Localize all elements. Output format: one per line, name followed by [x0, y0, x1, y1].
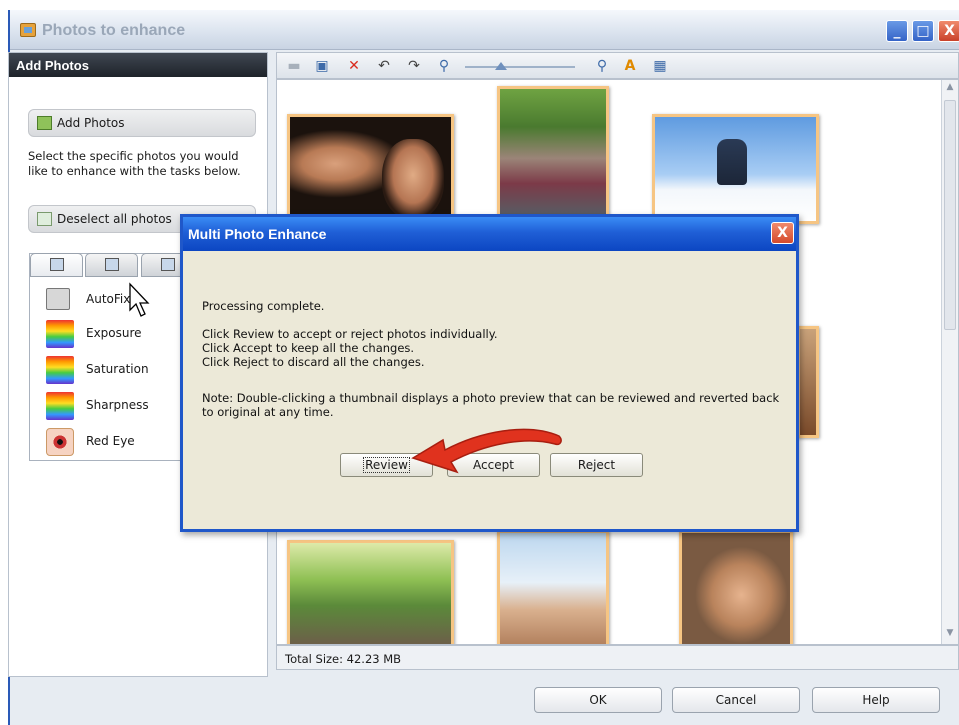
- deselect-label: Deselect all photos: [57, 212, 172, 226]
- scroll-thumb[interactable]: [944, 100, 956, 330]
- ok-button[interactable]: OK: [534, 687, 662, 713]
- add-photos-button[interactable]: Add Photos: [28, 109, 256, 137]
- photos-app-icon: [20, 23, 36, 37]
- tab-enhance[interactable]: [30, 253, 83, 277]
- tab-adjust[interactable]: [85, 253, 138, 277]
- sort-icon[interactable]: A: [621, 58, 639, 74]
- cancel-button[interactable]: Cancel: [672, 687, 800, 713]
- panel-header: Add Photos: [9, 53, 267, 77]
- enhance-tab-icon: [50, 258, 64, 271]
- exposure-icon: [46, 320, 74, 348]
- processing-message: Processing complete.: [202, 299, 325, 313]
- task-label: AutoFix: [86, 292, 131, 306]
- photo-thumbnail[interactable]: [497, 530, 609, 644]
- view-icon[interactable]: ▬: [285, 58, 303, 74]
- photo-thumbnail[interactable]: [679, 530, 793, 644]
- dialog-note: Note: Double-clicking a thumbnail displa…: [202, 391, 780, 419]
- zoom-out-icon[interactable]: ⚲: [435, 58, 453, 74]
- photo-thumbnail[interactable]: [287, 114, 454, 224]
- maximize-button[interactable]: □: [912, 20, 934, 42]
- autofix-icon: [46, 288, 70, 310]
- task-label: Exposure: [86, 326, 142, 340]
- photo-toolbar: ▬ ▣ ✕ ↶ ↷ ⚲ ⚲ A ▦: [276, 52, 959, 79]
- photo-thumbnail[interactable]: [287, 540, 454, 644]
- photo-thumbnail[interactable]: [652, 114, 819, 224]
- window-titlebar[interactable]: Photos to enhance _ □ X: [10, 10, 959, 50]
- task-label: Saturation: [86, 362, 149, 376]
- zoom-in-icon[interactable]: ⚲: [593, 58, 611, 74]
- total-size: Total Size: 42.23 MB: [285, 652, 402, 666]
- minimize-button[interactable]: _: [886, 20, 908, 42]
- multi-photo-enhance-dialog: Multi Photo Enhance X Processing complet…: [180, 214, 799, 532]
- close-window-button[interactable]: X: [938, 20, 959, 42]
- zoom-slider-track[interactable]: [465, 66, 575, 68]
- review-instruction: Click Review to accept or reject photos …: [202, 327, 498, 341]
- help-button[interactable]: Help: [812, 687, 940, 713]
- reject-instruction: Click Reject to discard all the changes.: [202, 355, 425, 369]
- photo-thumbnail[interactable]: [797, 326, 819, 438]
- add-photos-label: Add Photos: [57, 116, 125, 130]
- zoom-slider-thumb[interactable]: [495, 62, 507, 70]
- delete-icon[interactable]: ✕: [345, 58, 363, 74]
- photo-thumbnail[interactable]: [497, 86, 609, 218]
- deselect-icon: [37, 212, 52, 226]
- accept-instruction: Click Accept to keep all the changes.: [202, 341, 415, 355]
- grid-view-icon[interactable]: ▦: [651, 58, 669, 74]
- dialog-close-button[interactable]: X: [771, 222, 794, 244]
- red-eye-icon: [46, 428, 74, 456]
- task-label: Sharpness: [86, 398, 149, 412]
- add-photos-icon: [37, 116, 52, 130]
- dialog-titlebar[interactable]: Multi Photo Enhance X: [183, 217, 796, 251]
- dialog-title: Multi Photo Enhance: [188, 226, 327, 242]
- adjust-tab-icon: [105, 258, 119, 271]
- saturation-icon: [46, 356, 74, 384]
- rotate-left-icon[interactable]: ↶: [375, 58, 393, 74]
- rotate-right-icon[interactable]: ↷: [405, 58, 423, 74]
- sharpness-icon: [46, 392, 74, 420]
- remove-photo-icon[interactable]: ▣: [313, 58, 331, 74]
- status-bar: Total Size: 42.23 MB: [276, 645, 959, 670]
- resize-tab-icon: [161, 258, 175, 271]
- task-label: Red Eye: [86, 434, 135, 448]
- scroll-down-icon[interactable]: ▼: [944, 628, 956, 642]
- vertical-scrollbar[interactable]: ▲ ▼: [941, 80, 958, 644]
- scroll-up-icon[interactable]: ▲: [944, 82, 956, 96]
- review-label: Review: [363, 457, 410, 473]
- window-title: Photos to enhance: [42, 22, 186, 39]
- mouse-cursor-icon: [129, 282, 150, 317]
- red-arrow-annotation-icon: [411, 428, 562, 474]
- panel-description: Select the specific photos you would lik…: [28, 149, 241, 178]
